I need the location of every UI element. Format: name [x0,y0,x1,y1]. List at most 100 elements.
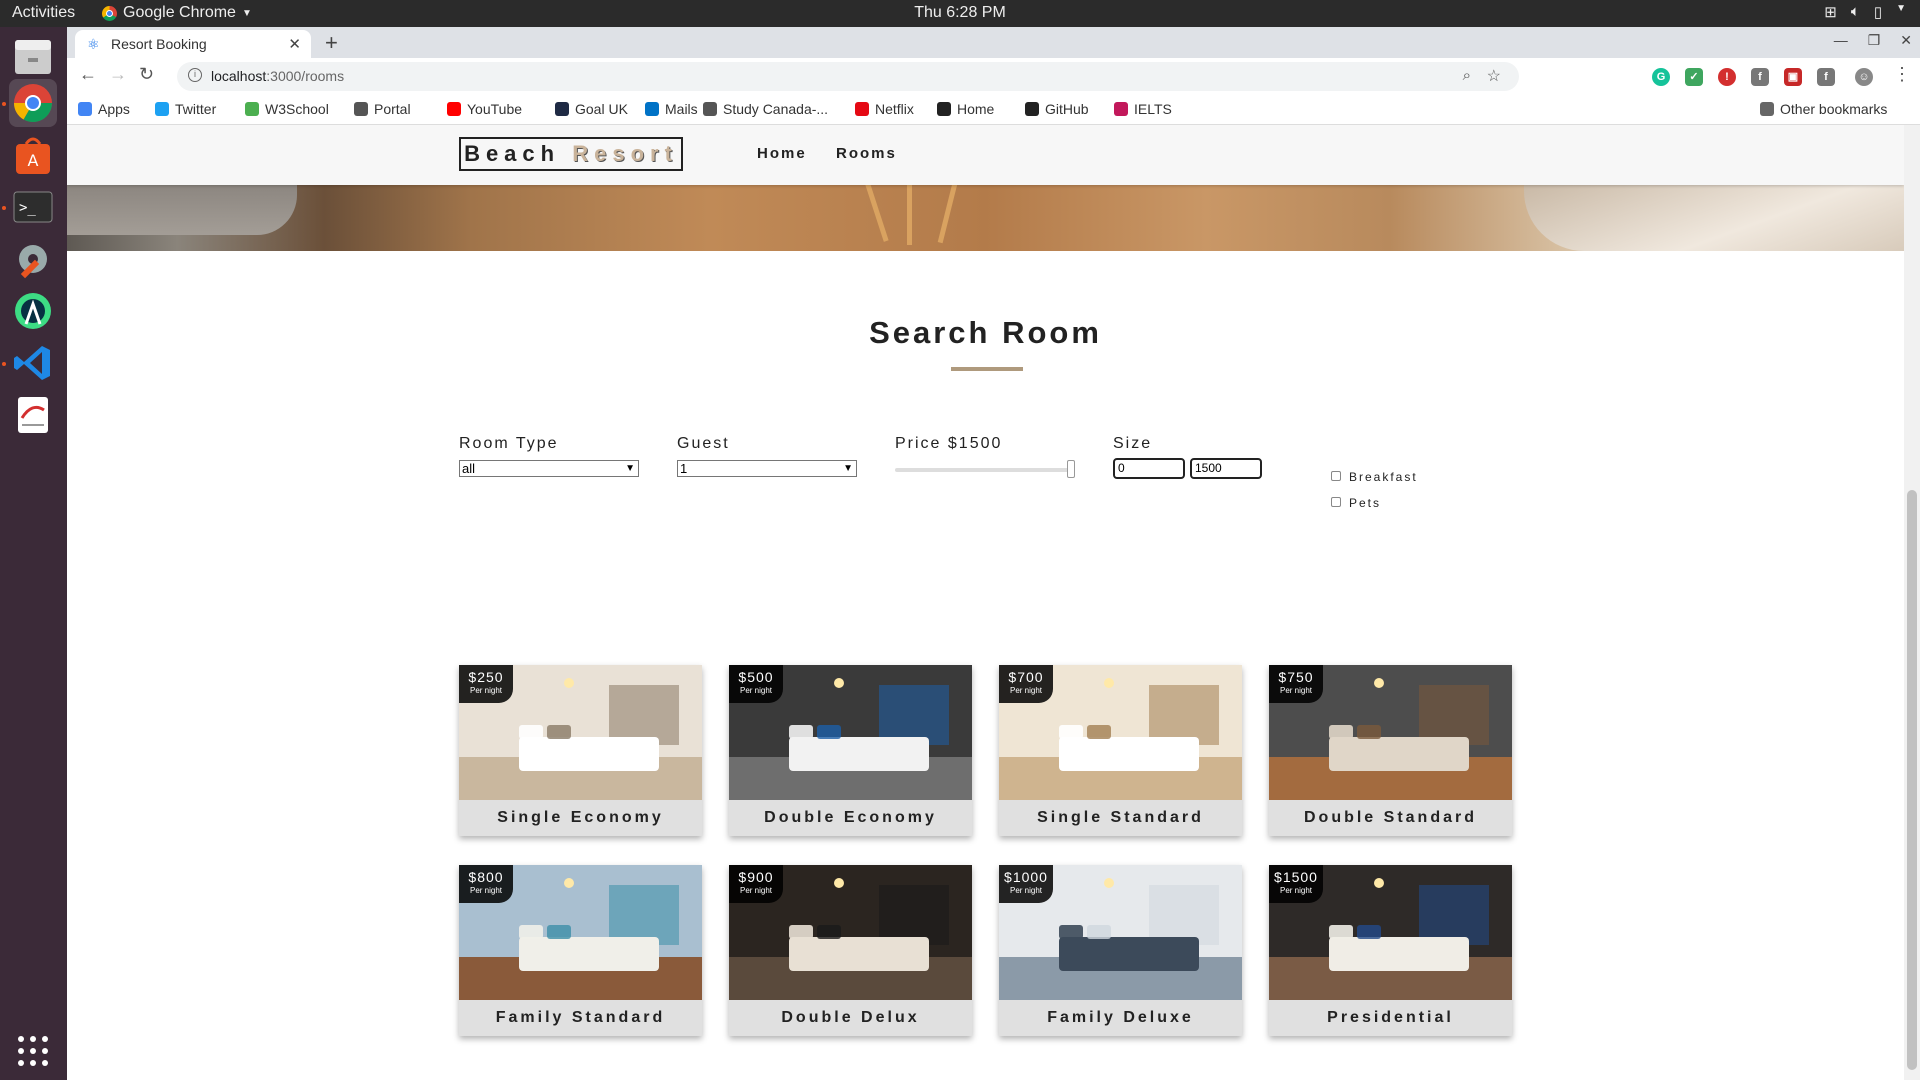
dropdown-arrow-icon: ▼ [843,463,853,474]
forward-arrow-icon[interactable]: → [109,64,127,85]
restore-icon[interactable]: ❐ [1868,32,1881,49]
bookmark-mails[interactable]: Mails [645,101,698,117]
room-name: Double Standard [1269,800,1512,836]
dock-text-editor[interactable] [9,391,57,439]
tab-resort-booking[interactable]: ⚛ Resort Booking ✕ [75,30,311,58]
room-card[interactable]: $1500 Per night Presidential [1269,865,1512,1036]
room-price: $750 [1278,669,1314,685]
guest-select[interactable]: 1 ▼ [677,460,857,477]
extension-gray-icon[interactable]: f [1817,68,1835,86]
clock[interactable]: Thu 6:28 PM [0,4,1920,22]
bookmark-github[interactable]: GitHub [1025,101,1089,117]
system-tray[interactable]: ⊞ 🔈︎ ▯ ▼ [1824,3,1906,21]
price-slider-thumb[interactable] [1067,460,1075,478]
room-name: Double Economy [729,800,972,836]
app-menu[interactable]: Google Chrome ▼ [102,4,252,22]
room-type-select[interactable]: all ▼ [459,460,639,477]
minimize-icon[interactable]: — [1834,32,1848,49]
menu-kebab-icon[interactable]: ⋮ [1893,64,1911,85]
room-price: $900 [738,869,774,885]
url-text: localhost:3000/rooms [211,68,345,84]
size-max-input[interactable]: 1500 [1190,458,1262,479]
extension-red-icon[interactable]: ▣ [1784,68,1802,86]
bookmark-w3school[interactable]: W3School [245,101,329,117]
nav-rooms[interactable]: Rooms [836,145,897,162]
zoom-icon[interactable]: ⌕ [1463,67,1471,84]
info-icon[interactable]: i [188,68,202,82]
close-window-icon[interactable]: ✕ [1900,32,1912,49]
per-night-label: Per night [469,686,503,695]
scrollbar-thumb[interactable] [1907,490,1917,1070]
room-price: $1000 [1004,869,1048,885]
logo-word-beach: Beach [464,141,561,166]
room-card[interactable]: $800 Per night Family Standard [459,865,702,1036]
room-card[interactable]: $700 Per night Single Standard [999,665,1242,836]
dock-android-studio[interactable] [9,287,57,335]
room-name: Single Economy [459,800,702,836]
price-tag: $250 Per night [459,665,513,703]
shield-extension-icon[interactable]: ✓ [1685,68,1703,86]
bookmark-youtube[interactable]: YouTube [447,101,522,117]
price-slider-track[interactable] [895,468,1075,472]
room-card[interactable]: $900 Per night Double Delux [729,865,972,1036]
site-navbar: Beach Resort Home Rooms [67,125,1904,185]
pets-label: Pets [1349,496,1382,510]
room-card[interactable]: $500 Per night Double Economy [729,665,972,836]
dock-files[interactable] [9,33,57,81]
pets-checkbox[interactable] [1331,497,1341,507]
price-tag: $900 Per night [729,865,783,903]
site-logo[interactable]: Beach Resort [459,137,683,171]
room-type-value: all [462,461,476,476]
other-bookmarks[interactable]: Other bookmarks [1760,101,1887,117]
profile-avatar[interactable]: ☺ [1855,68,1873,86]
per-night-label: Per night [469,886,503,895]
dock-terminal[interactable]: >_ [9,183,57,231]
window-controls: — ❐ ✕ [1834,32,1912,49]
file-cabinet-icon [15,40,51,74]
room-name: Family Deluxe [999,1000,1242,1036]
caret-down-icon: ▼ [241,7,252,19]
room-name: Double Delux [729,1000,972,1036]
bookmark-label: Twitter [175,101,217,117]
room-price: $500 [738,669,774,685]
dock-vscode[interactable] [9,339,57,387]
dock-chrome[interactable] [9,79,57,127]
address-bar[interactable]: i localhost:3000/rooms ⌕ ☆ [177,62,1519,91]
bookmark-goal-uk[interactable]: Goal UK [555,101,628,117]
bookmark-label: GitHub [1045,101,1089,117]
bookmark-netflix[interactable]: Netflix [855,101,914,117]
new-tab-button[interactable]: + [325,30,338,56]
bookmark-label: IELTS [1134,101,1172,117]
reload-icon[interactable]: ↻ [139,64,154,85]
room-name: Family Standard [459,1000,702,1036]
bookmark-ielts[interactable]: IELTS [1114,101,1172,117]
breakfast-checkbox[interactable] [1331,471,1341,481]
bookmarks-bar: Other bookmarks Apps Twitter W3School Porta… [67,95,1920,125]
show-applications-button[interactable] [9,1027,57,1075]
room-card[interactable]: $250 Per night Single Economy [459,665,702,836]
bookmark-study-canada[interactable]: Study Canada-... [703,101,828,117]
activities-button[interactable]: Activities [12,4,75,22]
size-min-input[interactable]: 0 [1113,458,1185,479]
room-card[interactable]: $750 Per night Double Standard [1269,665,1512,836]
close-tab-icon[interactable]: ✕ [288,35,301,53]
volume-icon: 🔈︎ [1850,3,1860,20]
dock-software[interactable]: A [9,131,57,179]
nav-home[interactable]: Home [757,145,807,162]
font-extension-icon[interactable]: f [1751,68,1769,86]
bookmark-portal[interactable]: Portal [354,101,411,117]
room-card[interactable]: $1000 Per night Family Deluxe [999,865,1242,1036]
bookmark-apps[interactable]: Apps [78,101,130,117]
apps-grid-icon [18,1036,48,1066]
netflix-icon [855,102,869,116]
bookmark-star-icon[interactable]: ☆ [1487,66,1501,86]
grammarly-icon[interactable]: G [1652,68,1670,86]
page-scrollbar[interactable] [1904,125,1920,1080]
bookmark-twitter[interactable]: Twitter [155,101,216,117]
bookmark-home[interactable]: Home [937,101,994,117]
dock-settings[interactable] [9,235,57,283]
adblock-icon[interactable]: ! [1718,68,1736,86]
bookmark-label: Study Canada-... [723,101,829,117]
back-arrow-icon[interactable]: ← [79,64,97,85]
chrome-window: ⚛ Resort Booking ✕ + — ❐ ✕ ← → ↻ i local… [67,27,1920,1080]
